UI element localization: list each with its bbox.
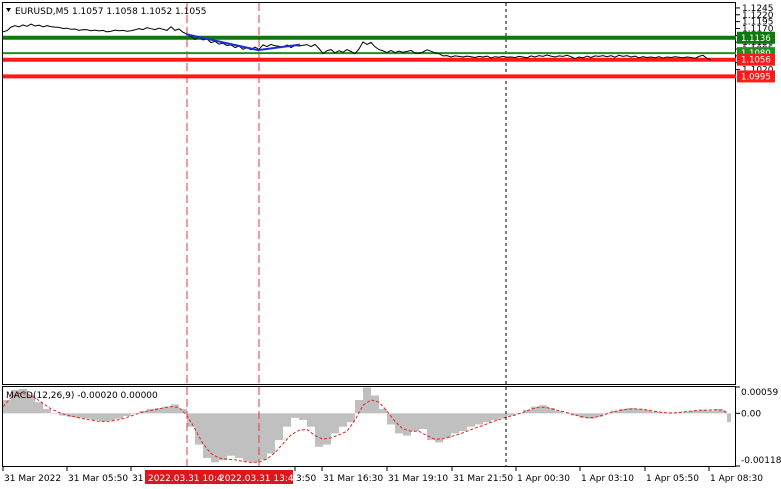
- macd-histogram-bar: [299, 413, 307, 421]
- time-tick-label: 31 Mar 21:50: [453, 474, 513, 484]
- macd-histogram-bar: [91, 413, 99, 421]
- time-tick-label: 31: [132, 474, 143, 484]
- macd-histogram-bar: [355, 399, 363, 414]
- macd-histogram-bar: [211, 413, 219, 463]
- macd-histogram-bar: [283, 413, 291, 427]
- time-tick-label: 1 Apr 00:30: [517, 474, 570, 484]
- macd-histogram-bar: [395, 413, 403, 434]
- macd-histogram-bar: [363, 387, 371, 414]
- time-axis: 2022.03.31 10:4 2022.03.31 13:40 31 Mar …: [2, 467, 763, 484]
- macd-histogram-bar: [475, 413, 483, 425]
- price-chart[interactable]: 1.12451.12201.11951.11701.11451.11201.10…: [0, 0, 781, 489]
- macd-histogram-bar: [459, 413, 467, 432]
- macd-histogram-bar: [443, 413, 451, 438]
- macd-histogram-bar: [259, 413, 267, 460]
- time-highlight-label: 2022.03.31 13:40: [219, 474, 300, 484]
- time-tick-label: 1 Apr 03:10: [581, 474, 634, 484]
- macd-histogram-bar: [491, 413, 499, 421]
- macd-histogram-bar: [435, 413, 443, 443]
- time-tick-label: 31 Mar 2022: [4, 474, 61, 484]
- macd-histogram-bar: [267, 413, 275, 454]
- time-tick-label: 1 Apr 05:50: [646, 474, 699, 484]
- macd-histogram-bar: [547, 407, 555, 414]
- macd-histogram-bar: [235, 413, 243, 458]
- time-tick-label: 31 Mar 19:10: [388, 474, 448, 484]
- macd-histogram-bar: [219, 413, 227, 461]
- macd-axis: 0.00059 0.00 -0.00118: [736, 386, 781, 467]
- macd-tick-label: 0.00059: [741, 388, 778, 398]
- macd-histogram-bar: [539, 405, 547, 414]
- macd-histogram-bar: [419, 413, 427, 429]
- symbol-ohlc-header: EURUSD,M5 1.1057 1.1058 1.1052 1.1055: [15, 7, 207, 17]
- macd-histogram-bar: [411, 413, 419, 432]
- macd-histogram-bar: [339, 413, 347, 427]
- macd-histogram-bar: [195, 413, 203, 445]
- macd-histogram-bar: [115, 413, 123, 419]
- macd-histogram-bar: [171, 404, 179, 414]
- macd-histogram-bar: [107, 413, 115, 421]
- time-tick-label: 3:50: [296, 474, 316, 484]
- macd-histogram-bar: [387, 413, 395, 425]
- macd-histogram-bar: [467, 413, 475, 427]
- macd-histogram-bar: [203, 413, 211, 458]
- macd-histogram-bar: [371, 395, 379, 414]
- macd-histogram-bar: [227, 413, 235, 456]
- chart-header: EURUSD,M5 1.1057 1.1058 1.1052 1.1055: [6, 7, 207, 17]
- macd-histogram-bar: [75, 413, 83, 418]
- time-tick-label: 31 Mar 16:30: [323, 474, 383, 484]
- price-level-label: 1.1136: [741, 34, 771, 44]
- macd-histogram-bar: [403, 413, 411, 436]
- macd-histogram-bar: [99, 413, 107, 422]
- price-level-label: 1.1056: [741, 56, 771, 66]
- macd-histogram-bar: [483, 413, 491, 423]
- macd-histogram-bar: [667, 413, 675, 414]
- macd-histogram-bar: [307, 413, 315, 427]
- macd-histogram-bar: [563, 413, 571, 414]
- time-tick-label: 31 Mar 05:50: [68, 474, 128, 484]
- macd-histogram-bar: [51, 413, 59, 414]
- macd-histogram-bar: [43, 408, 51, 414]
- macd-histogram-bar: [323, 413, 331, 445]
- macd-histogram-bar: [315, 413, 323, 447]
- macd-histogram-bar: [187, 413, 195, 427]
- time-highlight-label: 2022.03.31 10:4: [148, 474, 223, 484]
- macd-tick-label: -0.00118: [741, 456, 781, 466]
- macd-histogram-bar: [331, 413, 339, 434]
- macd-histogram-bar: [275, 413, 283, 441]
- macd-histogram-bar: [243, 413, 251, 462]
- macd-label: MACD(12,26,9) -0.00020 0.00000: [6, 391, 158, 401]
- time-tick-label: 1 Apr 08:30: [710, 474, 763, 484]
- price-level-labels: 1.11361.10801.10561.0995: [737, 31, 775, 83]
- macd-histogram-bar: [291, 413, 299, 418]
- macd-histogram-bar: [83, 413, 91, 419]
- macd-histogram-bar: [451, 413, 459, 434]
- macd-histogram-bar: [179, 408, 187, 414]
- macd-histogram-bar: [251, 413, 259, 463]
- macd-tick-label: 0.00: [741, 409, 761, 419]
- price-level-label: 1.0995: [741, 72, 771, 82]
- macd-histogram-bar: [123, 413, 131, 417]
- macd-histogram-bar: [35, 402, 43, 414]
- macd-histogram-bar: [707, 410, 715, 414]
- macd-histogram-bar: [727, 413, 731, 423]
